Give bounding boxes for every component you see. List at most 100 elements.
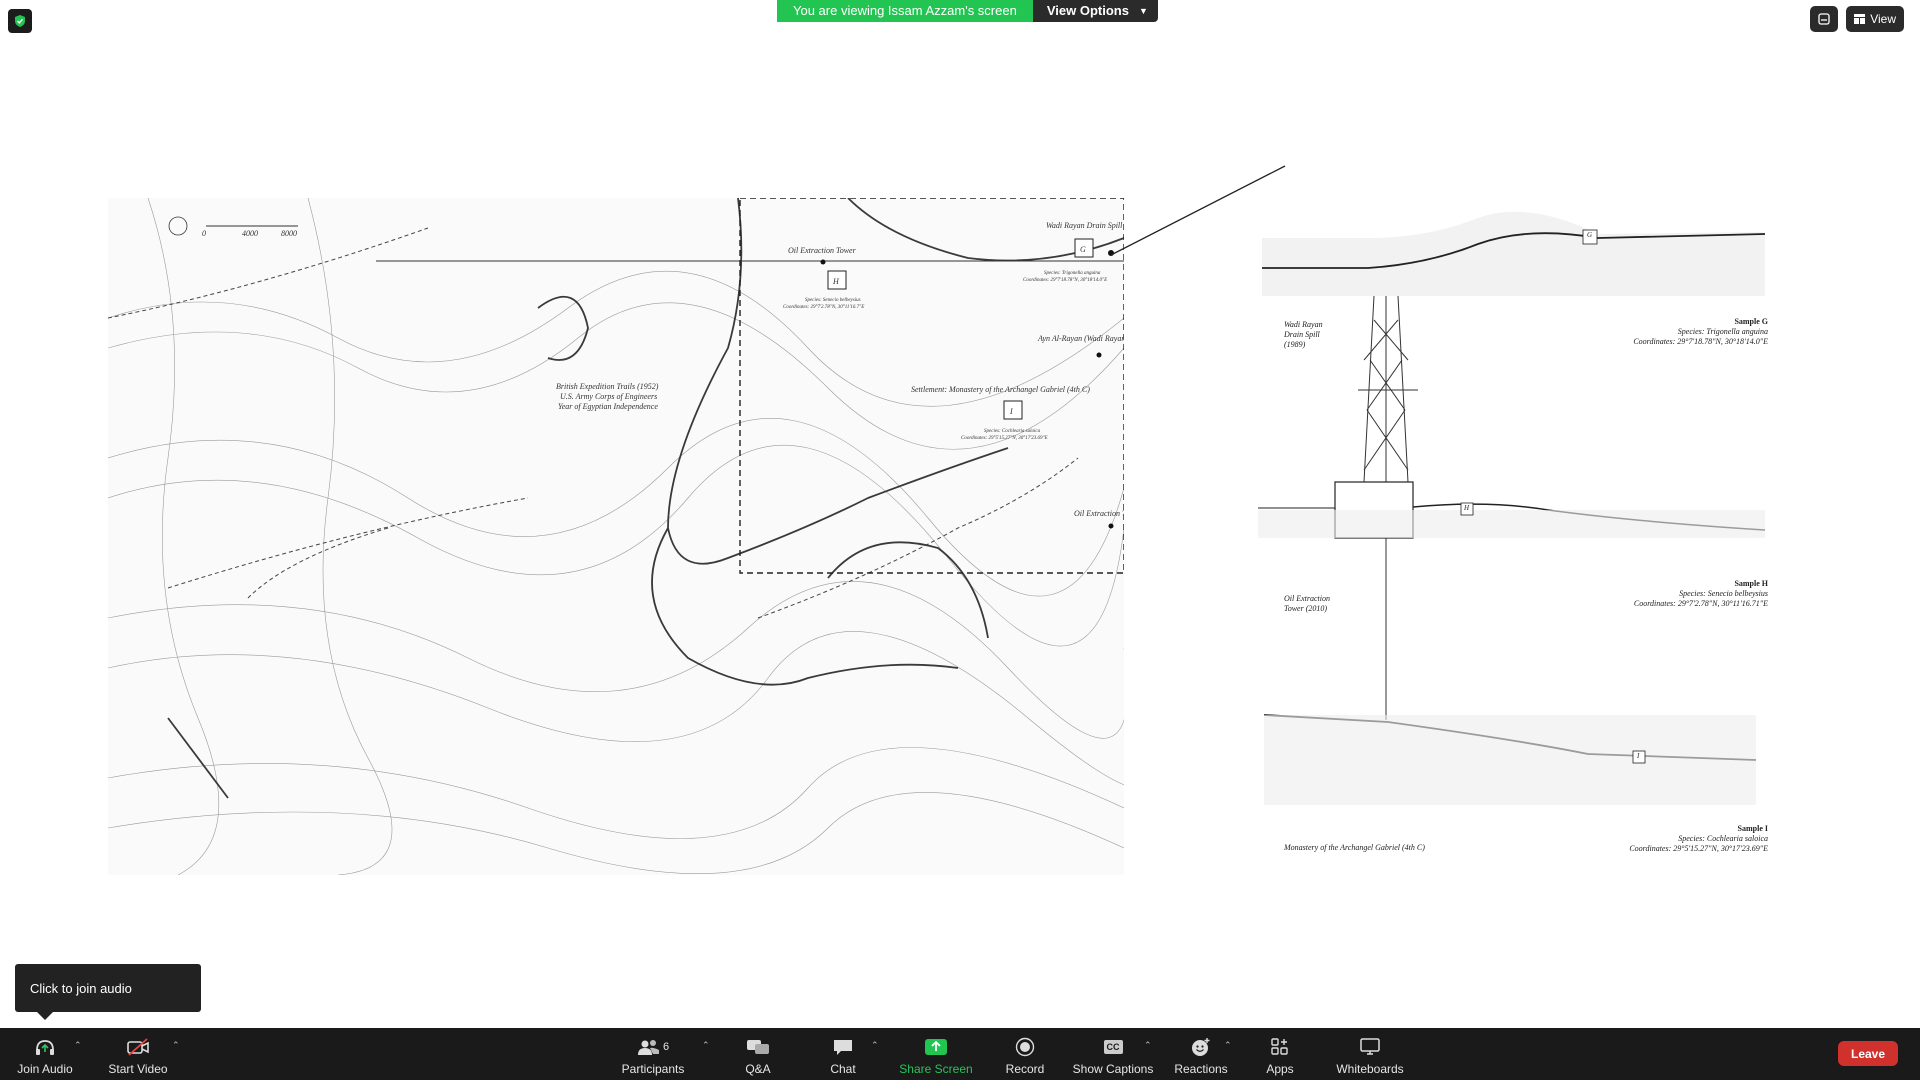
view-button[interactable]: View <box>1846 6 1904 32</box>
chat-button[interactable]: Chat <box>818 1028 868 1080</box>
map-label-trail1: British Expedition Trails (1952) <box>556 382 659 391</box>
sample-h-species: Species: Senecio belbeysius <box>1679 589 1768 598</box>
participants-caret-icon[interactable]: ⌃ <box>702 1040 710 1051</box>
map-label-ayn-rayan: Ayn Al-Rayan (Wadi Rayan Spring) <box>1037 334 1124 343</box>
video-off-icon <box>125 1036 151 1058</box>
diagram-tower-line1: Oil Extraction <box>1284 594 1330 603</box>
sample-i-block: Sample I Species: Cochlearia saloica Coo… <box>1548 824 1768 854</box>
marker-label-g: G <box>1080 245 1086 254</box>
map-coords-i: Coordinates: 29°5'15.27"N, 30°17'23.69"E <box>961 436 1048 441</box>
viewing-screen-label: You are viewing Issam Azzam's screen <box>777 0 1033 22</box>
show-captions-button[interactable]: CC Show Captions <box>1072 1028 1154 1080</box>
security-shield-icon[interactable] <box>8 9 32 33</box>
diagram-marker-h: H <box>1464 504 1470 512</box>
sample-g-title: Sample G <box>1734 317 1768 326</box>
map-label-trail3: Year of Egyptian Independence <box>558 402 658 411</box>
diagram-tower-label: Oil Extraction Tower (2010) <box>1284 594 1330 614</box>
diagram-wadi-label: Wadi Rayan Drain Spill (1989) <box>1284 320 1323 350</box>
diagram-monastery-label: Monastery of the Archangel Gabriel (4th … <box>1284 843 1425 852</box>
sample-h-block: Sample H Species: Senecio belbeysius Coo… <box>1548 579 1768 609</box>
section-drawing <box>1258 211 1766 805</box>
record-label: Record <box>1005 1062 1045 1076</box>
sample-i-coords: Coordinates: 29°5'15.27"N, 30°17'23.69"E <box>1629 844 1768 853</box>
apps-icon <box>1267 1036 1293 1058</box>
map-label-trail2: U.S. Army Corps of Engineers <box>560 392 657 401</box>
show-captions-label: Show Captions <box>1072 1062 1154 1076</box>
share-screen-button[interactable]: Share Screen <box>898 1028 974 1080</box>
record-icon <box>1012 1036 1038 1058</box>
sample-h-title: Sample H <box>1734 579 1768 588</box>
meeting-toolbar: Join Audio ⌃ Start Video ⌃ 6 Participant… <box>0 1028 1920 1080</box>
scale-label-8000: 8000 <box>281 229 297 238</box>
leave-button[interactable]: Leave <box>1838 1041 1898 1066</box>
chat-caret-icon[interactable]: ⌃ <box>871 1040 879 1051</box>
apps-button[interactable]: Apps <box>1260 1028 1300 1080</box>
minimize-icon <box>1818 13 1830 25</box>
chevron-down-icon: ▼ <box>1138 6 1148 16</box>
participants-icon: 6 <box>633 1036 673 1058</box>
sample-g-species: Species: Trigonella anguina <box>1677 327 1768 336</box>
diagram-tower-line2: Tower (2010) <box>1284 604 1328 613</box>
join-audio-label: Join Audio <box>17 1062 73 1076</box>
sample-h-coords: Coordinates: 29°7'2.78"N, 30°11'16.71"E <box>1633 599 1768 608</box>
screen-share-banner: You are viewing Issam Azzam's screen Vie… <box>777 0 1158 22</box>
diagram-marker-i: I <box>1637 752 1640 760</box>
apps-label: Apps <box>1266 1062 1294 1076</box>
view-label: View <box>1870 12 1896 26</box>
start-video-label: Start Video <box>108 1062 168 1076</box>
marker-box-i <box>1003 400 1023 420</box>
whiteboards-icon <box>1357 1036 1383 1058</box>
map-label-tower-top: Oil Extraction Tower <box>788 246 857 255</box>
reactions-button[interactable]: Reactions <box>1172 1028 1230 1080</box>
reactions-icon <box>1188 1036 1214 1058</box>
qa-button[interactable]: Q&A <box>738 1028 778 1080</box>
chat-icon <box>830 1036 856 1058</box>
share-screen-label: Share Screen <box>899 1062 973 1076</box>
map-label-tower-bottom: Oil Extraction Tower <box>1074 509 1124 518</box>
participants-count: 6 <box>662 1041 670 1053</box>
captions-cc-text: CC <box>1103 1040 1123 1054</box>
join-audio-button[interactable]: Join Audio <box>12 1028 78 1080</box>
reactions-caret-icon[interactable]: ⌃ <box>1224 1040 1232 1051</box>
chat-label: Chat <box>830 1062 856 1076</box>
sample-g-block: Sample G Species: Trigonella anguina Coo… <box>1548 317 1768 347</box>
map-label-settlement: Settlement: Monastery of the Archangel G… <box>911 385 1090 394</box>
whiteboards-label: Whiteboards <box>1336 1062 1404 1076</box>
map-point-spring <box>1096 352 1102 358</box>
audio-options-caret-icon[interactable]: ⌃ <box>74 1040 82 1051</box>
record-button[interactable]: Record <box>1000 1028 1050 1080</box>
minimize-button[interactable] <box>1810 6 1839 32</box>
map-point-tower2 <box>1108 523 1114 529</box>
diagram-wadi-line1: Wadi Rayan <box>1284 320 1323 329</box>
diagram-marker-g: G <box>1587 231 1593 239</box>
sample-g-coords: Coordinates: 29°7'18.78"N, 30°18'14.0"E <box>1633 337 1768 346</box>
map-species-g: Species: Trigonella anguina <box>1044 271 1101 276</box>
top-right-controls: View <box>1810 6 1904 32</box>
scale-label-0: 0 <box>202 229 206 238</box>
view-options-label: View Options <box>1046 3 1129 18</box>
view-grid-icon <box>1854 14 1866 24</box>
marker-label-i: I <box>1009 407 1013 416</box>
topographic-map: 0 4000 8000 Oil Extraction Tower Wadi Ra… <box>108 198 1124 875</box>
start-video-button[interactable]: Start Video <box>104 1028 172 1080</box>
qa-label: Q&A <box>745 1062 771 1076</box>
join-audio-tooltip: Click to join audio <box>15 964 201 1020</box>
section-diagram: Wadi Rayan Drain Spill (1989) Sample G S… <box>1258 160 1768 860</box>
reactions-label: Reactions <box>1174 1062 1228 1076</box>
map-coords-h: Coordinates: 29°7'2.78"N, 30°11'16.7"E <box>783 305 864 310</box>
participants-button[interactable]: 6 Participants <box>616 1028 690 1080</box>
qa-icon <box>745 1036 771 1058</box>
map-species-i: Species: Cochlearia saloica <box>984 429 1041 434</box>
participants-label: Participants <box>621 1062 685 1076</box>
view-options-button[interactable]: View Options ▼ <box>1032 0 1158 22</box>
diagram-wadi-line2: Drain Spill <box>1284 330 1320 339</box>
map-species-h: Species: Senecio belbeysius <box>805 298 861 303</box>
map-point-tower <box>820 259 826 265</box>
scale-label-4000: 4000 <box>242 229 258 238</box>
captions-icon: CC <box>1100 1036 1126 1058</box>
captions-caret-icon[interactable]: ⌃ <box>1144 1040 1152 1051</box>
video-options-caret-icon[interactable]: ⌃ <box>172 1040 180 1051</box>
share-screen-icon <box>923 1036 949 1058</box>
whiteboards-button[interactable]: Whiteboards <box>1332 1028 1408 1080</box>
sample-i-species: Species: Cochlearia saloica <box>1678 834 1768 843</box>
